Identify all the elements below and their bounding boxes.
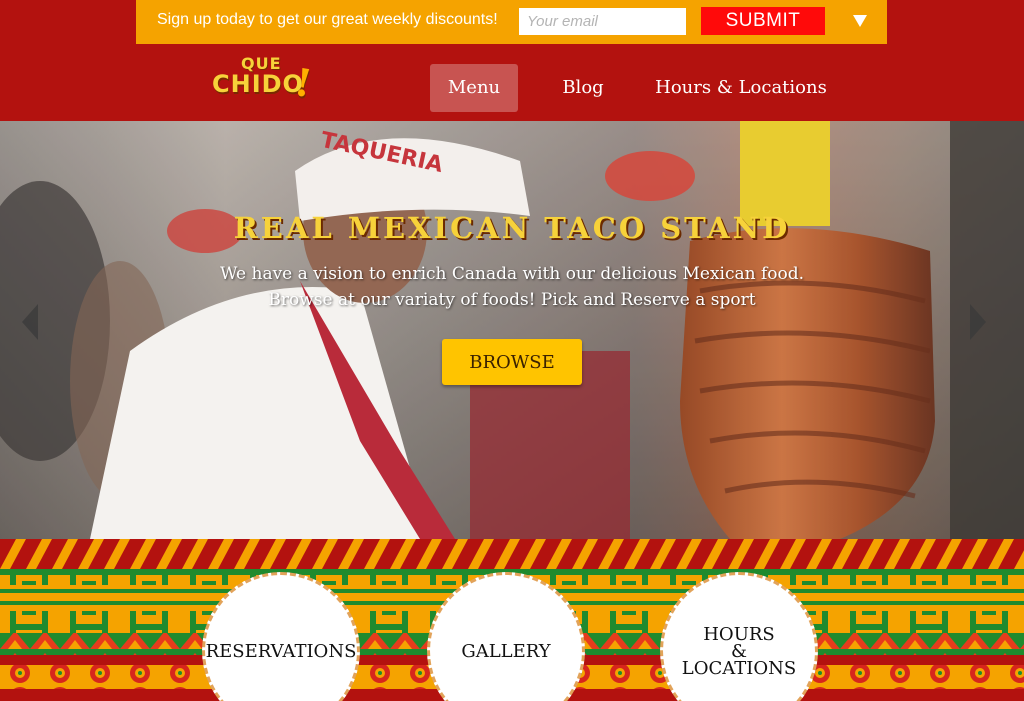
- ampersand-label: &: [730, 640, 748, 662]
- nav-item-menu[interactable]: Menu: [430, 64, 518, 112]
- signup-bar: Sign up today to get our great weekly di…: [136, 0, 887, 44]
- site-header: QUE CHIDO ! Menu Blog Hours & Locations: [0, 44, 1024, 121]
- logo-text-main: CHIDO: [212, 70, 304, 98]
- email-input[interactable]: [519, 8, 686, 35]
- submit-button[interactable]: SUBMIT: [701, 7, 825, 35]
- nav-item-hours-locations[interactable]: Hours & Locations: [652, 64, 830, 112]
- hero-subtitle-line2: Browse at our variaty of foods! Pick and…: [268, 290, 756, 310]
- hero-subtitle-line1: We have a vision to enrich Canada with o…: [219, 264, 805, 284]
- signup-text: Sign up today to get our great weekly di…: [157, 11, 498, 28]
- hours-label: HOURS: [703, 623, 775, 645]
- nav-item-blog[interactable]: Blog: [548, 64, 618, 112]
- locations-label: LOCATIONS: [681, 657, 797, 679]
- pattern-section: RESERVATIONS GALLERY HOURS & LOCATIONS: [0, 539, 1024, 701]
- browse-button[interactable]: BROWSE: [442, 339, 582, 385]
- logo[interactable]: QUE CHIDO !: [210, 54, 320, 110]
- hero-title: REAL MEXICAN TACO STAND: [233, 211, 791, 245]
- triangle-down-icon[interactable]: [850, 10, 870, 30]
- gallery-label: GALLERY: [461, 640, 551, 662]
- logo-exclamation: !: [291, 58, 316, 107]
- hero-carousel: TAQUERIA REAL MEXICAN TACO STAND We have…: [0, 121, 1024, 539]
- reservations-label: RESERVATIONS: [205, 640, 357, 662]
